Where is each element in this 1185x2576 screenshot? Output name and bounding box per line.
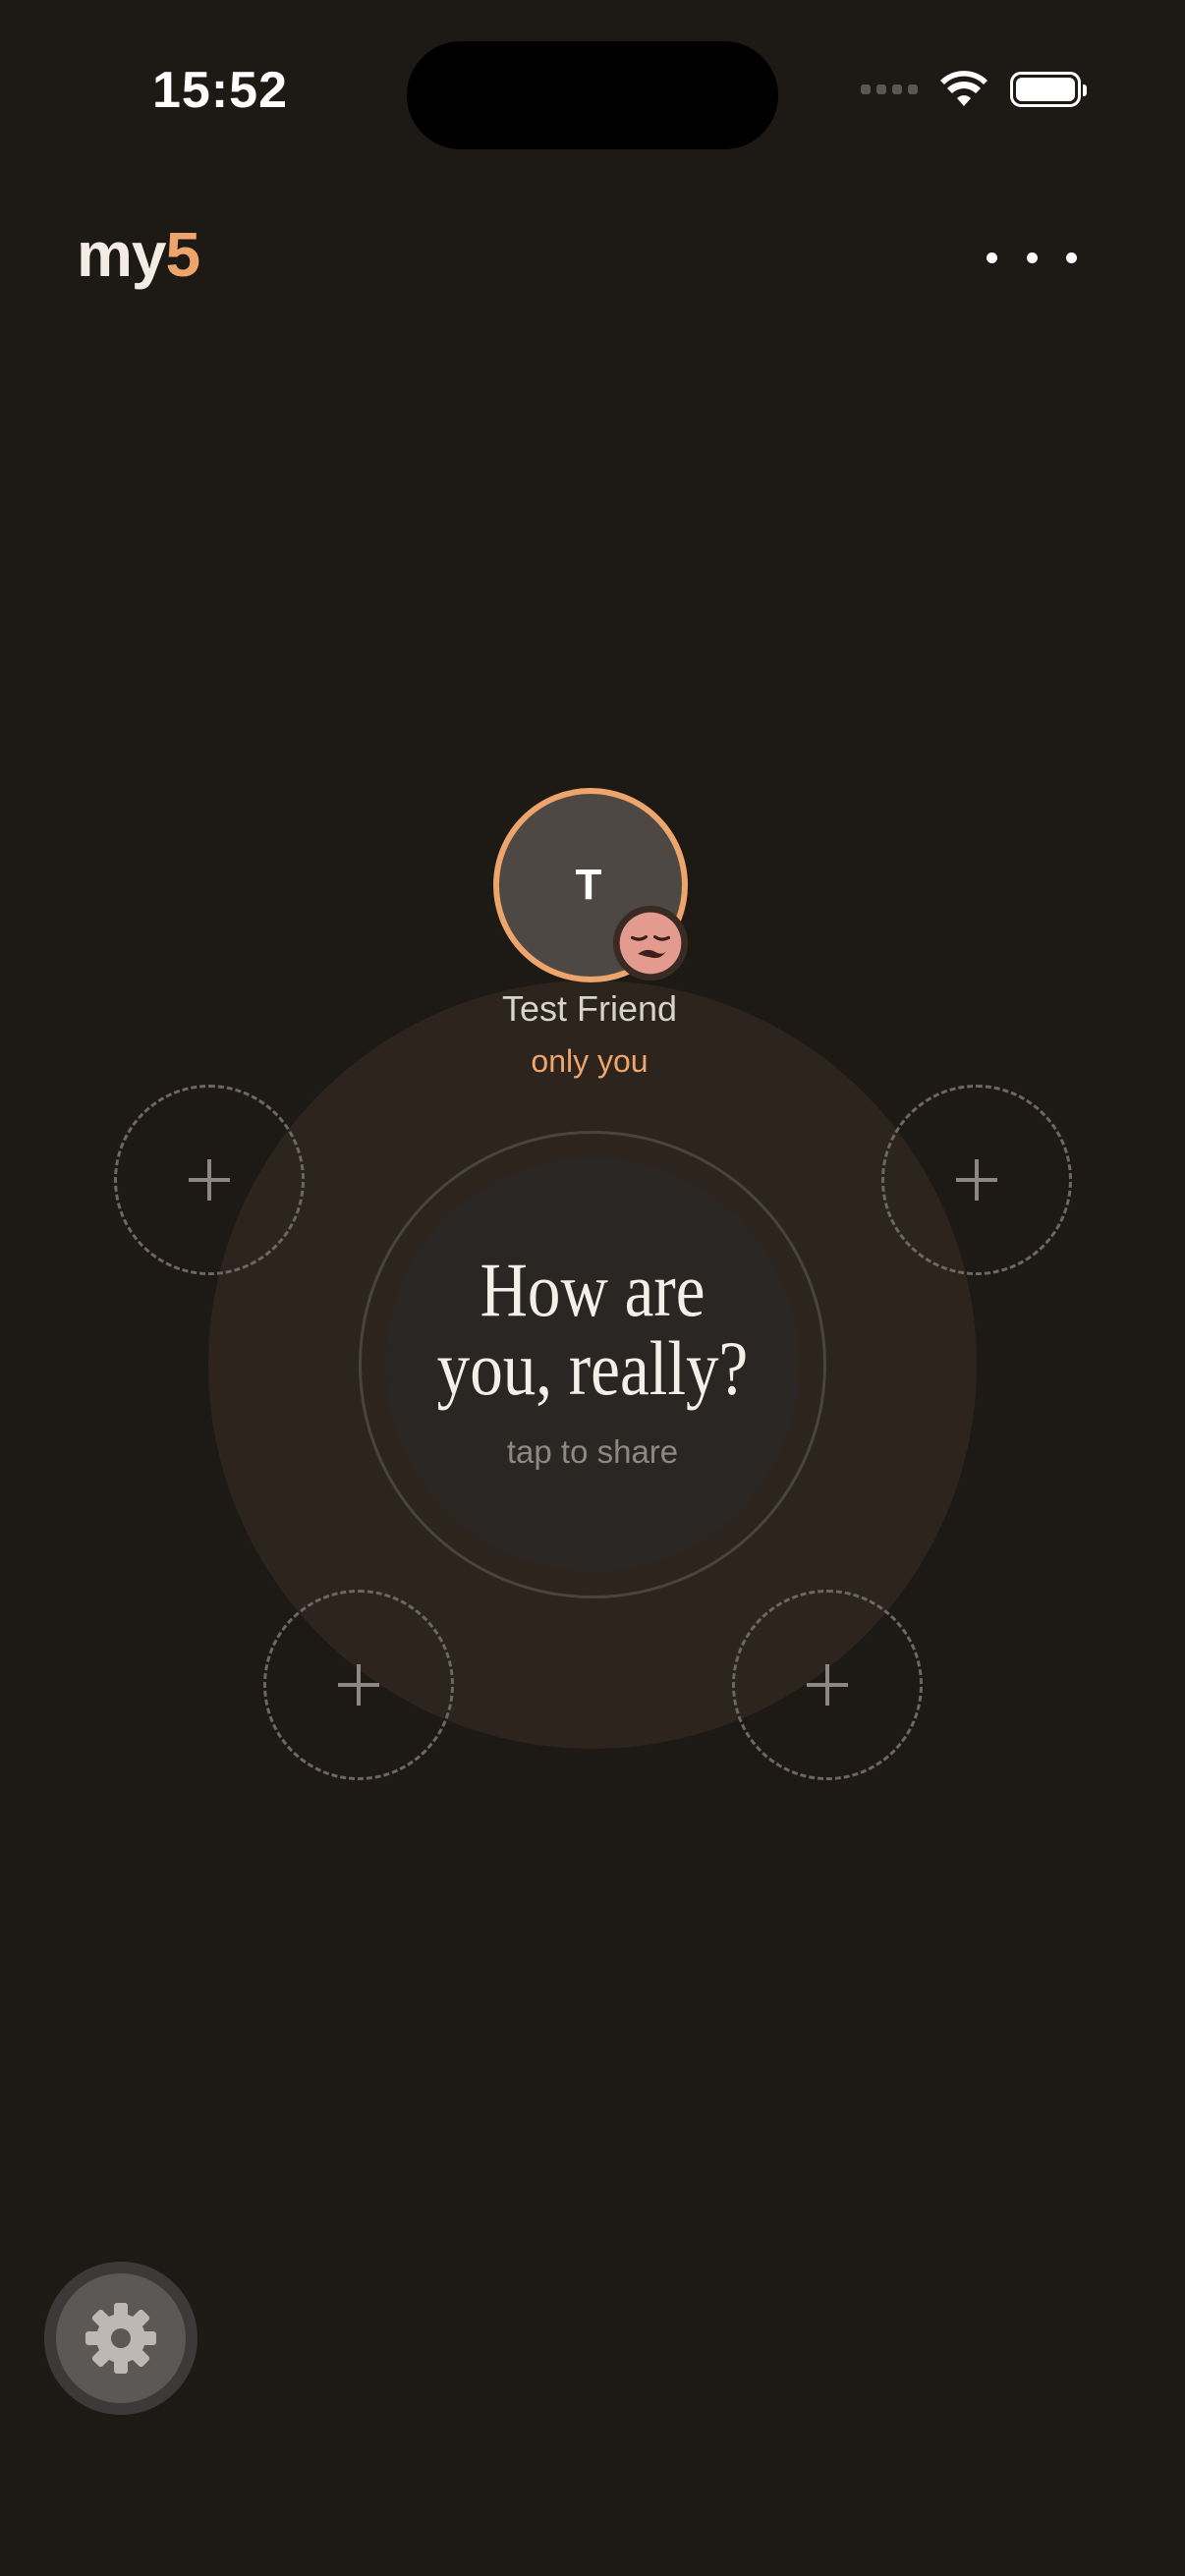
friend-visibility: only you: [531, 1043, 649, 1079]
friend-initial: T: [575, 861, 602, 909]
plus-icon: [956, 1159, 997, 1201]
friend-name: Test Friend: [501, 988, 678, 1029]
add-friend-slot-bottom-left[interactable]: [263, 1590, 454, 1780]
sleepy-face-icon: [613, 906, 688, 980]
share-mood-button[interactable]: How are you, really? tap to share: [385, 1157, 800, 1572]
more-options-button[interactable]: [987, 234, 1077, 281]
plus-icon: [807, 1664, 848, 1706]
cellular-signal-icon: [861, 84, 918, 94]
add-friend-slot-left[interactable]: [114, 1085, 305, 1275]
logo-number: 5: [165, 219, 201, 290]
plus-icon: [189, 1159, 230, 1201]
center-prompt: How are you, really?: [436, 1247, 749, 1411]
center-hint: tap to share: [506, 1433, 679, 1470]
add-friend-slot-bottom-right[interactable]: [732, 1590, 923, 1780]
add-friend-slot-right[interactable]: [881, 1085, 1072, 1275]
more-horizontal-icon: [987, 252, 997, 263]
dynamic-island: [407, 41, 778, 149]
gear-icon: [85, 2303, 156, 2374]
status-time: 15:52: [152, 62, 288, 119]
settings-button[interactable]: [44, 2262, 198, 2415]
plus-icon: [338, 1664, 379, 1706]
status-icons: [861, 71, 1087, 108]
wifi-icon: [940, 71, 988, 106]
app-logo: my5: [77, 218, 201, 291]
battery-icon: [1010, 72, 1087, 107]
logo-word: my: [77, 219, 166, 290]
